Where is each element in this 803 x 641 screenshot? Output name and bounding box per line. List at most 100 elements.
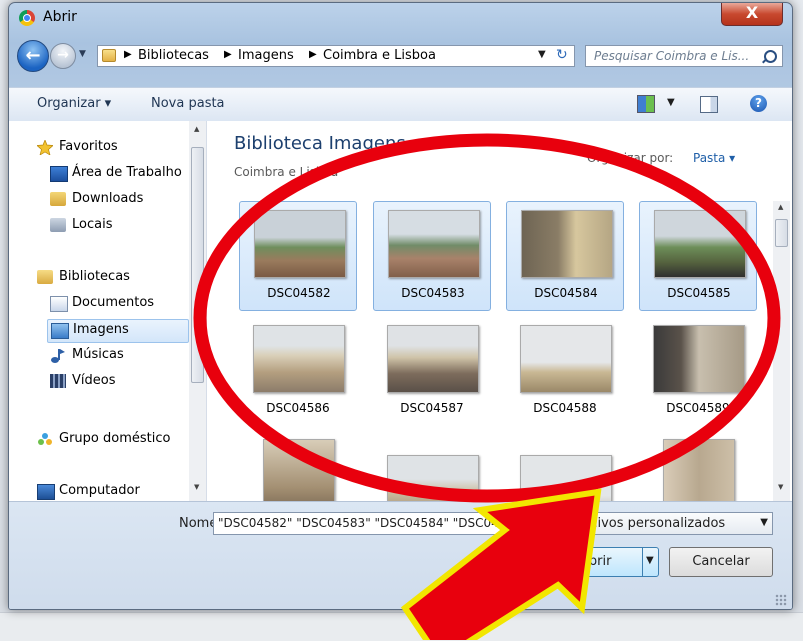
breadcrumb-coimbra-e-lisboa[interactable]: Coimbra e Lisboa [323, 48, 436, 63]
forward-button[interactable]: → [50, 43, 76, 69]
file-name: DSC04587 [400, 401, 464, 415]
scroll-up-icon[interactable]: ▲ [194, 125, 199, 133]
chevron-down-icon[interactable]: ▼ [760, 517, 768, 528]
navigation-scrollbar[interactable]: ▲ ▼ [189, 121, 206, 501]
sidebar-item-imagens[interactable]: Imagens [47, 319, 189, 343]
file-name-value: "DSC04582" "DSC04583" "DSC04584" "DSC045… [218, 516, 515, 530]
open-file-dialog: Abrir X ← → ▼ ▶ Bibliotecas ▶ Imagens ▶ … [8, 2, 793, 610]
sidebar-item-grupo-domestico[interactable]: Grupo doméstico [37, 429, 187, 451]
recent-places-icon [50, 218, 66, 232]
sidebar-item-label: Músicas [72, 347, 124, 362]
sidebar-item-documentos[interactable]: Documentos [50, 293, 180, 315]
photo-thumbnail-image [387, 455, 479, 501]
chevron-right-icon[interactable]: ▶ [124, 49, 132, 60]
file-thumbnail[interactable]: DSC04585 [639, 201, 757, 311]
star-icon [36, 139, 54, 156]
file-thumbnail[interactable] [239, 431, 357, 501]
file-name: DSC04584 [534, 286, 598, 300]
file-thumbnail[interactable]: DSC04586 [239, 317, 357, 427]
photo-thumbnail-image [263, 439, 335, 501]
file-name: DSC04582 [267, 286, 331, 300]
file-thumbnail[interactable]: DSC04589 [639, 317, 757, 427]
sidebar-item-downloads[interactable]: Downloads [50, 189, 180, 211]
title-bar[interactable]: Abrir X [9, 3, 792, 33]
chrome-app-icon [19, 10, 35, 26]
file-thumbnail[interactable]: DSC04583 [373, 201, 491, 311]
videos-icon [50, 374, 66, 388]
breadcrumb-imagens[interactable]: Imagens [238, 48, 294, 63]
search-input[interactable]: Pesquisar Coimbra e Lis... [585, 45, 783, 67]
close-button[interactable]: X [721, 3, 783, 26]
sidebar-item-locais[interactable]: Locais [50, 215, 170, 237]
address-bar[interactable]: ▶ Bibliotecas ▶ Imagens ▶ Coimbra e Lisb… [97, 45, 575, 67]
sidebar-item-label: Vídeos [72, 373, 116, 388]
background-app-strip [0, 612, 803, 641]
open-button-label: Abrir [580, 554, 612, 569]
help-icon[interactable]: ? [750, 95, 767, 112]
sidebar-item-computador[interactable]: Computador [37, 481, 187, 503]
command-bar: Organizar ▾ Nova pasta ▼ ? [9, 87, 792, 122]
navigation-pane: Favoritos Área de Trabalho Downloads Loc… [9, 121, 207, 501]
photo-thumbnail-image [254, 210, 346, 278]
sidebar-item-label: Imagens [73, 322, 129, 337]
downloads-icon [50, 192, 66, 206]
new-folder-button[interactable]: Nova pasta [151, 96, 225, 111]
photo-thumbnail-image [653, 325, 745, 393]
desktop-icon [50, 166, 68, 182]
file-thumbnail[interactable] [506, 447, 624, 501]
scroll-down-icon[interactable]: ▼ [778, 483, 783, 491]
libraries-icon [37, 270, 53, 284]
file-thumbnail[interactable] [639, 431, 757, 501]
documents-icon [50, 296, 68, 312]
chevron-right-icon[interactable]: ▶ [309, 49, 317, 60]
file-thumbnail[interactable]: DSC04587 [373, 317, 491, 427]
breadcrumb-bibliotecas[interactable]: Bibliotecas [138, 48, 209, 63]
file-type-select[interactable]: Arquivos personalizados ▼ [561, 512, 773, 535]
recent-locations-dropdown[interactable]: ▼ [79, 49, 86, 59]
library-subtitle: Coimbra e Lisboa [234, 165, 339, 179]
sidebar-item-favoritos[interactable]: Favoritos [36, 137, 187, 159]
photo-thumbnail-image [520, 455, 612, 501]
scroll-up-icon[interactable]: ▲ [778, 203, 783, 211]
sidebar-item-area-de-trabalho[interactable]: Área de Trabalho [50, 163, 190, 185]
file-thumbnail[interactable]: DSC04588 [506, 317, 624, 427]
open-button[interactable]: Abrir ▼ [561, 547, 659, 577]
browser-pane: Favoritos Área de Trabalho Downloads Loc… [9, 121, 792, 501]
photo-thumbnail-image [654, 210, 746, 278]
open-options-dropdown[interactable]: ▼ [642, 548, 659, 576]
sidebar-item-videos[interactable]: Vídeos [50, 371, 170, 393]
sidebar-item-label: Área de Trabalho [72, 165, 182, 180]
cancel-button[interactable]: Cancelar [669, 547, 773, 577]
preview-pane-icon[interactable] [700, 96, 718, 113]
computer-icon [37, 484, 55, 500]
scroll-down-icon[interactable]: ▼ [194, 483, 199, 491]
file-thumbnail[interactable] [373, 447, 491, 501]
navigation-bar: ← → ▼ ▶ Bibliotecas ▶ Imagens ▶ Coimbra … [9, 37, 792, 79]
resize-grip[interactable] [775, 594, 787, 606]
scrollbar-thumb[interactable] [775, 219, 788, 247]
sidebar-item-bibliotecas[interactable]: Bibliotecas [37, 267, 177, 289]
search-icon[interactable] [764, 50, 777, 63]
back-button[interactable]: ← [17, 40, 49, 72]
chevron-down-icon[interactable]: ▼ [535, 517, 543, 528]
file-name-input[interactable]: "DSC04582" "DSC04583" "DSC04584" "DSC045… [213, 512, 548, 535]
refresh-icon[interactable]: ↻ [556, 47, 568, 63]
chevron-right-icon[interactable]: ▶ [224, 49, 232, 60]
sidebar-item-label: Bibliotecas [59, 269, 130, 284]
view-options-dropdown[interactable]: ▼ [667, 97, 675, 108]
file-thumbnail[interactable]: DSC04584 [506, 201, 624, 311]
folder-icon [102, 49, 116, 62]
scrollbar-thumb[interactable] [191, 147, 204, 383]
change-view-icon[interactable] [637, 95, 655, 113]
address-dropdown-icon[interactable]: ▼ [538, 49, 546, 60]
photo-thumbnail-image [663, 439, 735, 501]
file-list-scrollbar[interactable]: ▲ ▼ [773, 201, 790, 501]
file-name: DSC04588 [533, 401, 597, 415]
sidebar-item-label: Documentos [72, 295, 155, 310]
organize-menu[interactable]: Organizar ▾ [37, 96, 111, 111]
arrange-by-dropdown[interactable]: Pasta ▾ [693, 151, 735, 165]
file-type-value: Arquivos personalizados [567, 516, 726, 531]
sidebar-item-label: Computador [59, 483, 140, 498]
sidebar-item-musicas[interactable]: Músicas [50, 345, 170, 367]
file-thumbnail[interactable]: DSC04582 [239, 201, 357, 311]
